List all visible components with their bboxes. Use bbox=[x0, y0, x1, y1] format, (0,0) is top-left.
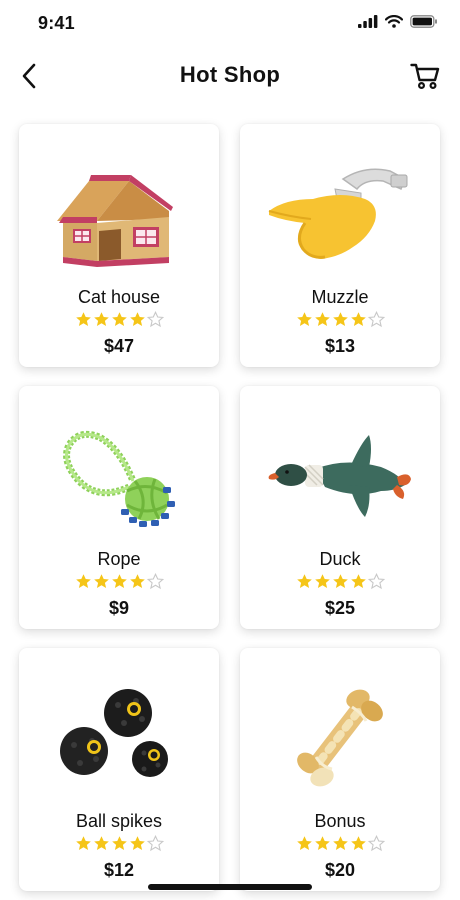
star-filled-icon bbox=[296, 312, 312, 326]
star-filled-icon bbox=[129, 836, 145, 850]
product-card[interactable]: Duck $25 bbox=[240, 386, 440, 629]
star-filled-icon bbox=[129, 312, 145, 326]
ball-spikes-image bbox=[19, 668, 219, 808]
battery-icon bbox=[410, 15, 437, 28]
star-filled-icon bbox=[332, 836, 348, 850]
star-empty-icon bbox=[367, 573, 385, 590]
duck-image bbox=[240, 406, 440, 546]
star-filled-icon bbox=[93, 574, 109, 588]
star-filled-icon bbox=[93, 312, 109, 326]
product-price: $47 bbox=[103, 336, 135, 356]
star-filled-icon bbox=[350, 312, 366, 326]
star-filled-icon bbox=[93, 836, 109, 850]
product-card[interactable]: Muzzle $13 bbox=[240, 124, 440, 367]
signal-icon bbox=[358, 15, 378, 28]
product-name: Ball spikes bbox=[75, 811, 163, 831]
product-card[interactable]: Bonus $20 bbox=[240, 648, 440, 891]
star-filled-icon bbox=[332, 574, 348, 588]
muzzle-image bbox=[240, 144, 440, 284]
product-price: $13 bbox=[324, 336, 356, 356]
cat-house-image bbox=[19, 144, 219, 284]
nav-bar: Hot Shop bbox=[0, 52, 460, 100]
star-empty-icon bbox=[367, 311, 385, 328]
cart-icon bbox=[410, 63, 440, 90]
status-icons bbox=[358, 15, 438, 28]
star-filled-icon bbox=[75, 312, 91, 326]
product-name: Duck bbox=[319, 549, 361, 569]
star-filled-icon bbox=[296, 836, 312, 850]
rating-stars bbox=[240, 835, 440, 852]
product-grid: Cat house $47 Muzzle $13 Rope $9 Duck $2… bbox=[19, 124, 441, 891]
star-filled-icon bbox=[75, 836, 91, 850]
product-name: Rope bbox=[97, 549, 141, 569]
product-card[interactable]: Ball spikes $12 bbox=[19, 648, 219, 891]
star-filled-icon bbox=[314, 574, 330, 588]
star-filled-icon bbox=[111, 836, 127, 850]
product-name: Bonus bbox=[314, 811, 366, 831]
home-indicator[interactable] bbox=[148, 884, 312, 890]
star-filled-icon bbox=[332, 312, 348, 326]
status-time: 9:41 bbox=[38, 13, 75, 33]
star-filled-icon bbox=[111, 312, 127, 326]
product-price: $25 bbox=[324, 598, 356, 618]
product-card[interactable]: Rope $9 bbox=[19, 386, 219, 629]
status-bar: 9:41 bbox=[0, 0, 460, 48]
wifi-icon bbox=[385, 15, 403, 28]
rating-stars bbox=[19, 311, 219, 328]
rating-stars bbox=[19, 573, 219, 590]
rating-stars bbox=[19, 835, 219, 852]
star-filled-icon bbox=[75, 574, 91, 588]
star-filled-icon bbox=[129, 574, 145, 588]
cart-button[interactable] bbox=[408, 60, 442, 92]
product-price: $9 bbox=[108, 598, 130, 618]
star-empty-icon bbox=[146, 835, 164, 852]
rope-image bbox=[19, 406, 219, 546]
star-filled-icon bbox=[350, 574, 366, 588]
star-filled-icon bbox=[350, 836, 366, 850]
star-filled-icon bbox=[314, 312, 330, 326]
star-filled-icon bbox=[296, 574, 312, 588]
star-empty-icon bbox=[367, 835, 385, 852]
product-price: $12 bbox=[103, 860, 135, 880]
star-filled-icon bbox=[314, 836, 330, 850]
rating-stars bbox=[240, 573, 440, 590]
star-filled-icon bbox=[111, 574, 127, 588]
rating-stars bbox=[240, 311, 440, 328]
bone-image bbox=[240, 668, 440, 808]
product-card[interactable]: Cat house $47 bbox=[19, 124, 219, 367]
star-empty-icon bbox=[146, 311, 164, 328]
product-name: Muzzle bbox=[311, 287, 369, 307]
page-title: Hot Shop bbox=[179, 62, 281, 87]
product-name: Cat house bbox=[77, 287, 161, 307]
product-price: $20 bbox=[324, 860, 356, 880]
star-empty-icon bbox=[146, 573, 164, 590]
